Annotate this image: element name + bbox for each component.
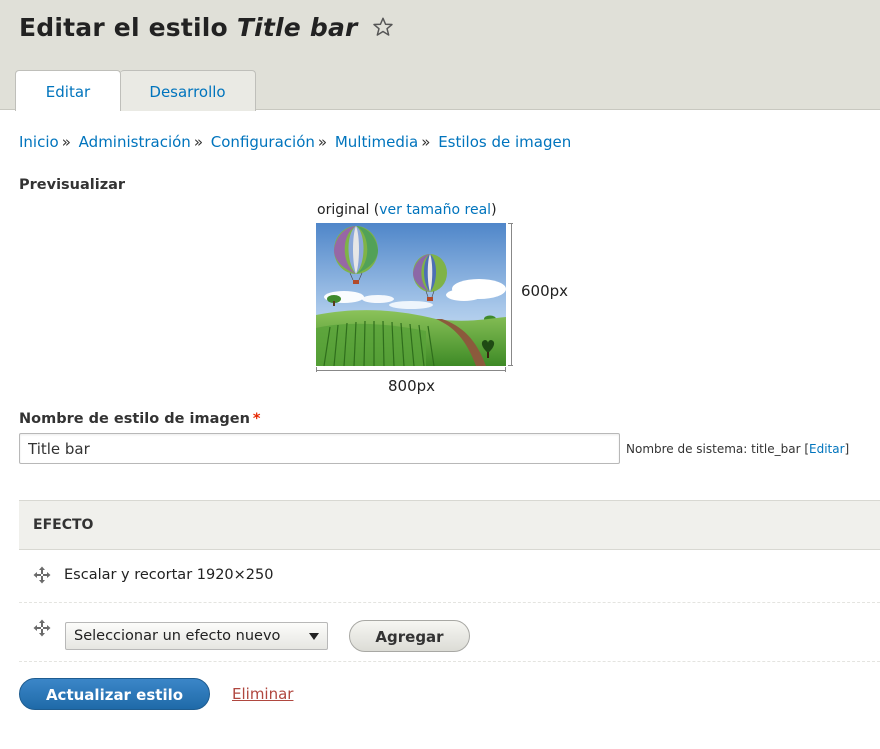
new-effect-select-value: Seleccionar un efecto nuevo (74, 628, 281, 644)
machine-name: Nombre de sistema: title_bar [Editar] (626, 442, 849, 456)
page-title-style-name: Title bar (236, 13, 358, 42)
machine-name-suffix: ] (844, 442, 850, 456)
width-dimension-label: 800px (388, 377, 436, 395)
preview-caption-suffix: ) (491, 202, 497, 218)
preview-caption-prefix: original ( (317, 202, 380, 218)
style-name-label: Nombre de estilo de imagen * (19, 411, 260, 427)
breadcrumb-multimedia[interactable]: Multimedia (335, 133, 418, 151)
style-name-label-text: Nombre de estilo de imagen (19, 411, 250, 427)
balloon-landscape-image (316, 223, 506, 366)
star-icon[interactable] (372, 15, 394, 44)
breadcrumb-estilos-de-imagen[interactable]: Estilos de imagen (438, 133, 571, 151)
breadcrumb-administracion[interactable]: Administración (79, 133, 191, 151)
breadcrumb: Inicio» Administración» Configuración» M… (19, 133, 571, 151)
required-marker: * (252, 411, 261, 427)
breadcrumb-separator: » (317, 133, 328, 151)
preview-image[interactable] (316, 223, 506, 366)
breadcrumb-separator: » (193, 133, 203, 151)
page-title: Editar el estilo Title bar (19, 13, 394, 44)
effects-table-header: EFECTO (19, 500, 880, 550)
new-effect-select[interactable]: Seleccionar un efecto nuevo (65, 622, 328, 650)
table-row: Seleccionar un efecto nuevo Agregar (19, 603, 880, 662)
drag-handle-icon[interactable] (33, 619, 51, 637)
tab-desarrollo[interactable]: Desarrollo (120, 70, 256, 111)
view-actual-size-link[interactable]: ver tamaño real (379, 202, 491, 218)
width-dimension-line (316, 367, 506, 372)
effect-scale-crop-label: Escalar y recortar 1920×250 (64, 567, 274, 583)
machine-name-edit-link[interactable]: Editar (809, 442, 845, 456)
machine-name-text: Nombre de sistema: title_bar [ (626, 442, 809, 456)
page-header: Editar el estilo Title bar Editar Desarr… (0, 0, 880, 111)
style-name-input[interactable] (19, 433, 620, 464)
update-style-button[interactable]: Actualizar estilo (19, 678, 210, 710)
breadcrumb-inicio[interactable]: Inicio (19, 133, 59, 151)
height-dimension-label: 600px (521, 282, 569, 300)
drag-handle-icon[interactable] (33, 566, 51, 584)
height-dimension-line (508, 223, 513, 366)
delete-link[interactable]: Eliminar (232, 685, 293, 703)
tab-editar[interactable]: Editar (15, 70, 121, 111)
effects-table: EFECTO Escalar y recortar 1920×250 Selec… (19, 500, 880, 662)
preview-caption: original (ver tamaño real) (317, 202, 497, 218)
breadcrumb-separator: » (61, 133, 71, 151)
breadcrumb-separator: » (421, 133, 431, 151)
page-title-prefix: Editar el estilo (19, 13, 228, 42)
preview-label: Previsualizar (19, 177, 126, 193)
table-row: Escalar y recortar 1920×250 (19, 550, 880, 603)
breadcrumb-configuracion[interactable]: Configuración (211, 133, 315, 151)
add-effect-button[interactable]: Agregar (349, 620, 470, 652)
triangle-down-icon (309, 633, 319, 640)
